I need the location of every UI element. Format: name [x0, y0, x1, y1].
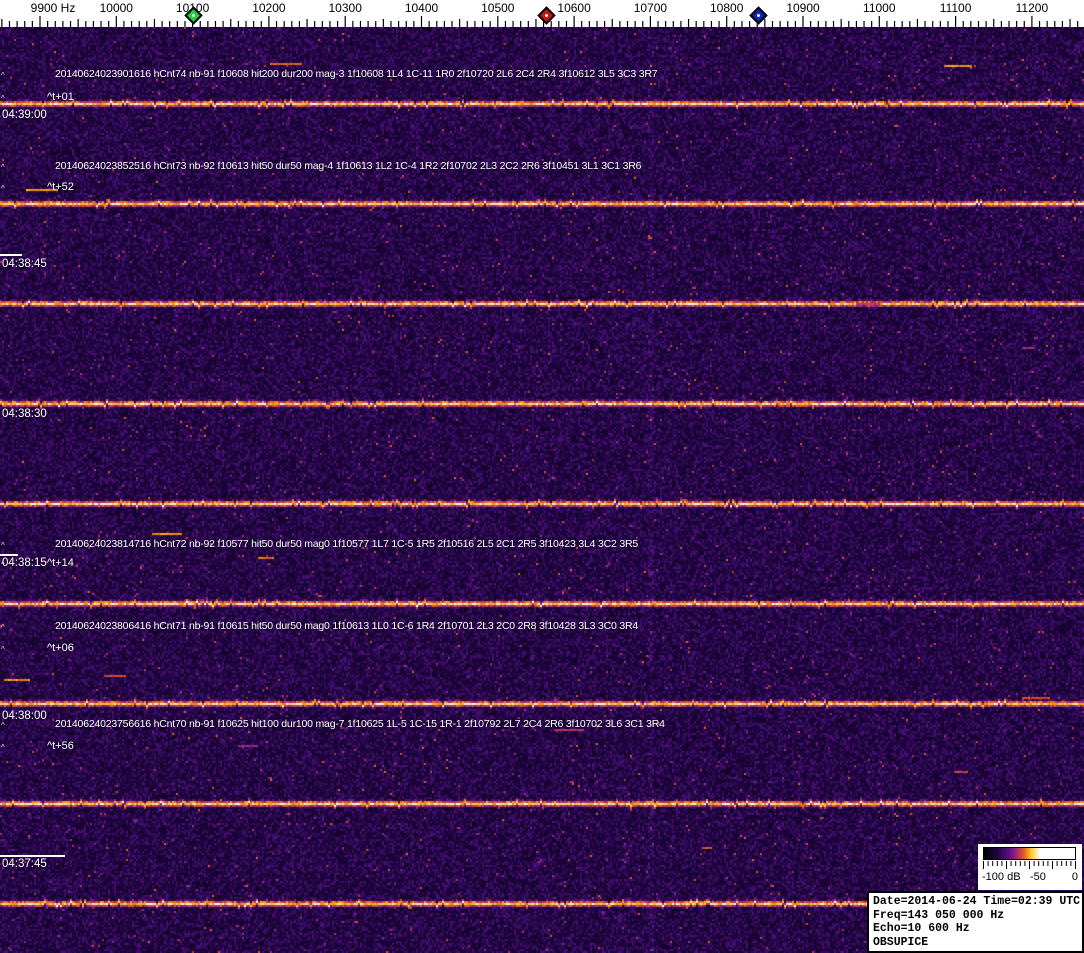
freq-label: 10900 [786, 1, 819, 15]
db-scale-labels: -100 dB -50 0 [978, 871, 1082, 885]
db-label-max: 0 [1072, 871, 1078, 883]
freq-label: 10400 [405, 1, 438, 15]
freq-label: 10800 [710, 1, 743, 15]
info-station-name: OBSUPICE [873, 936, 1082, 950]
diamond-core-dot [544, 13, 548, 17]
diamond-core-dot [756, 13, 760, 17]
db-scale-legend: -100 dB -50 0 [978, 844, 1082, 890]
frequency-axis: 9900 Hz100001010010200103001040010500106… [0, 0, 1084, 27]
db-scale-ticks [983, 861, 1077, 870]
freq-label: 9900 Hz [31, 1, 76, 15]
freq-label: 10200 [252, 1, 285, 15]
db-gradient-bar [983, 847, 1076, 860]
freq-label: 11100 [940, 1, 972, 15]
diamond-core-dot [191, 13, 195, 17]
freq-label: 10500 [481, 1, 514, 15]
freq-label: 10000 [100, 1, 133, 15]
freq-label: 10300 [329, 1, 362, 15]
spectrogram-canvas [0, 27, 1084, 953]
freq-label: 11000 [863, 1, 895, 15]
meteor-spectrogram-screen: 04:39:0004:38:4504:38:3004:38:1504:38:00… [0, 0, 1084, 953]
freq-label: 11200 [1016, 1, 1048, 15]
observation-info-box: Date=2014-06-24 Time=02:39 UTC Freq=143 … [867, 891, 1084, 953]
db-label-mid: -50 [1030, 871, 1046, 883]
info-frequency: Freq=143 050 000 Hz [873, 909, 1082, 923]
freq-label: 10600 [557, 1, 590, 15]
info-date-time: Date=2014-06-24 Time=02:39 UTC [873, 895, 1082, 909]
info-echo-frequency: Echo=10 600 Hz [873, 922, 1082, 936]
freq-label: 10700 [634, 1, 667, 15]
db-label-min: -100 dB [982, 871, 1021, 883]
